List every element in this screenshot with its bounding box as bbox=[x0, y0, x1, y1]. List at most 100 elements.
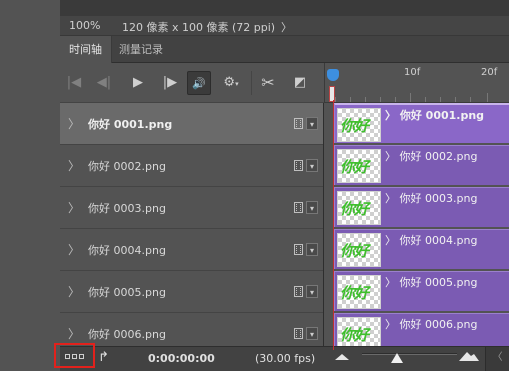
document-status-bar: 100% 120 像素 x 100 像素 (72 ppi) 〉 bbox=[60, 16, 509, 36]
layer-row[interactable]: 〉 你好 0004.png ▾ bbox=[60, 229, 323, 271]
layer-name: 你好 0003.png bbox=[88, 202, 166, 215]
clip-track-area: 你好 〉 你好 0001.png 你好 〉 你好 0002.png 你好 〉 你… bbox=[333, 103, 509, 346]
document-size-info: 120 像素 x 100 像素 (72 ppi) bbox=[122, 21, 276, 34]
photoshop-timeline-window: 100% 120 像素 x 100 像素 (72 ppi) 〉 时间轴 测量记录… bbox=[0, 0, 509, 371]
left-gutter bbox=[0, 0, 60, 371]
frame-square-icon bbox=[79, 354, 84, 359]
layer-name: 你好 0006.png bbox=[88, 328, 166, 341]
layer-clip[interactable]: 你好 〉 你好 0001.png bbox=[334, 103, 509, 143]
status-menu-arrow-icon[interactable]: 〉 bbox=[281, 19, 292, 35]
play-button[interactable]: ▶ bbox=[126, 71, 150, 95]
frame-animation-mode-button[interactable] bbox=[54, 343, 95, 368]
transition-icon: ◩ bbox=[293, 75, 307, 90]
chevron-right-icon[interactable]: 〉 bbox=[68, 325, 80, 342]
zoom-in-mountain-icon[interactable] bbox=[459, 349, 479, 361]
ruler-tick bbox=[410, 93, 411, 102]
zoom-out-mountain-icon[interactable] bbox=[335, 352, 349, 360]
layer-row[interactable]: 〉 你好 0001.png ▾ bbox=[60, 103, 323, 145]
layer-options-dropdown[interactable]: ▾ bbox=[306, 201, 318, 214]
layer-clip[interactable]: 你好 〉 你好 0003.png bbox=[334, 187, 509, 227]
layer-name: 你好 0005.png bbox=[88, 286, 166, 299]
audio-toggle-button[interactable]: 🔊 bbox=[187, 71, 211, 95]
layer-name: 你好 0001.png bbox=[88, 118, 173, 131]
next-frame-button[interactable]: |▶ bbox=[158, 71, 182, 95]
clip-label: 〉 你好 0001.png bbox=[385, 109, 485, 122]
toolbar-divider bbox=[251, 71, 252, 95]
frame-rate-label: (30.00 fps) bbox=[255, 352, 316, 365]
panel-tabs: 时间轴 测量记录 bbox=[60, 36, 509, 63]
scroll-left-button[interactable]: 〈 bbox=[485, 347, 509, 371]
thumbnail-text: 你好 bbox=[340, 200, 369, 218]
layer-row[interactable]: 〉 你好 0005.png ▾ bbox=[60, 271, 323, 313]
chevron-right-icon[interactable]: 〉 bbox=[68, 241, 80, 258]
layer-clip[interactable]: 你好 〉 你好 0005.png bbox=[334, 271, 509, 311]
ruler-tick bbox=[455, 97, 456, 102]
tab-timeline[interactable]: 时间轴 bbox=[60, 36, 112, 63]
zoom-slider-track[interactable] bbox=[362, 353, 457, 355]
clip-label: 〉 你好 0005.png bbox=[385, 276, 478, 289]
dropdown-caret-icon: ▾ bbox=[235, 80, 239, 88]
layer-options-dropdown[interactable]: ▾ bbox=[306, 243, 318, 256]
thumbnail-text: 你好 bbox=[340, 326, 369, 344]
thumbnail-text: 你好 bbox=[340, 284, 369, 302]
clip-label: 〉 你好 0003.png bbox=[385, 192, 478, 205]
split-at-playhead-button[interactable]: ✂ bbox=[256, 71, 280, 95]
chevron-right-icon[interactable]: 〉 bbox=[68, 199, 80, 216]
film-icon bbox=[294, 286, 303, 297]
chevron-right-icon[interactable]: 〉 bbox=[68, 115, 80, 132]
chevron-right-icon[interactable]: 〉 bbox=[68, 157, 80, 174]
layer-row[interactable]: 〉 你好 0002.png ▾ bbox=[60, 145, 323, 187]
ruler-tick bbox=[395, 97, 396, 102]
time-ruler[interactable]: 10f 20f bbox=[324, 63, 509, 103]
film-icon bbox=[294, 202, 303, 213]
ruler-tick bbox=[470, 97, 471, 102]
clip-thumbnail: 你好 bbox=[337, 275, 381, 309]
layer-clip[interactable]: 你好 〉 你好 0002.png bbox=[334, 145, 509, 185]
first-frame-button[interactable]: |◀ bbox=[62, 71, 86, 95]
settings-button[interactable]: ⚙▾ bbox=[219, 71, 243, 95]
timeline-bottom-bar: ↱ 0:00:00:00 (30.00 fps) bbox=[60, 346, 509, 371]
chevron-right-icon[interactable]: 〉 bbox=[68, 283, 80, 300]
zoom-slider-thumb[interactable] bbox=[391, 353, 403, 363]
clip-thumbnail: 你好 bbox=[337, 317, 381, 346]
clip-label: 〉 你好 0006.png bbox=[385, 318, 478, 331]
layer-list: 〉 你好 0001.png ▾ 〉 你好 0002.png ▾ 〉 你好 000… bbox=[60, 103, 324, 346]
clip-label: 〉 你好 0002.png bbox=[385, 150, 478, 163]
film-icon bbox=[294, 118, 303, 129]
previous-frame-button[interactable]: ◀| bbox=[92, 71, 116, 95]
canvas-area-edge bbox=[60, 0, 509, 16]
convert-to-frame-animation-icon[interactable]: ↱ bbox=[98, 350, 109, 365]
playhead-handle[interactable] bbox=[327, 69, 339, 81]
thumbnail-text: 你好 bbox=[340, 117, 369, 135]
current-timecode: 0:00:00:00 bbox=[148, 352, 215, 365]
ruler-tick bbox=[350, 97, 351, 102]
ruler-label-20f: 20f bbox=[481, 67, 498, 78]
tab-measurement-log[interactable]: 测量记录 bbox=[110, 36, 172, 63]
ruler-tick bbox=[365, 97, 366, 102]
frame-square-icon bbox=[72, 354, 77, 359]
scissors-icon: ✂ bbox=[261, 73, 275, 92]
clip-thumbnail: 你好 bbox=[337, 233, 381, 267]
layer-name: 你好 0002.png bbox=[88, 160, 166, 173]
layer-clip[interactable]: 你好 〉 你好 0004.png bbox=[334, 229, 509, 269]
thumbnail-text: 你好 bbox=[340, 242, 369, 260]
layer-options-dropdown[interactable]: ▾ bbox=[306, 159, 318, 172]
work-area-start-marker[interactable] bbox=[329, 86, 335, 102]
transition-button[interactable]: ◩ bbox=[288, 71, 312, 95]
frame-square-icon bbox=[65, 354, 70, 359]
layer-options-dropdown[interactable]: ▾ bbox=[306, 285, 318, 298]
layer-options-dropdown[interactable]: ▾ bbox=[306, 117, 318, 130]
layer-row[interactable]: 〉 你好 0006.png ▾ bbox=[60, 313, 323, 346]
speaker-icon: 🔊 bbox=[192, 77, 206, 90]
layer-row[interactable]: 〉 你好 0003.png ▾ bbox=[60, 187, 323, 229]
ruler-tick bbox=[440, 97, 441, 102]
zoom-level[interactable]: 100% bbox=[69, 19, 100, 32]
film-icon bbox=[294, 328, 303, 339]
ruler-tick bbox=[487, 93, 488, 102]
ruler-label-10f: 10f bbox=[404, 67, 421, 78]
layer-options-dropdown[interactable]: ▾ bbox=[306, 327, 318, 340]
film-icon bbox=[294, 160, 303, 171]
clip-thumbnail: 你好 bbox=[337, 191, 381, 225]
layer-clip[interactable]: 你好 〉 你好 0006.png bbox=[334, 313, 509, 346]
clip-thumbnail: 你好 bbox=[337, 149, 381, 183]
